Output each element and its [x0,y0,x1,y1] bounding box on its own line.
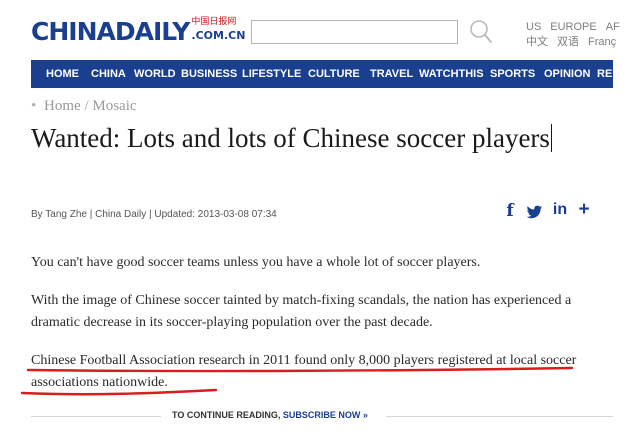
nav-item-world[interactable]: WORLD [134,60,176,88]
chinadaily-logo[interactable]: CHINADAILY 中国日报网 .COM.CN [31,17,245,49]
logo-chinese-text: 中国日报网 [191,17,237,27]
nav-item-regional[interactable]: RE [597,60,612,88]
article-paragraph-3: Chinese Football Association research in… [31,353,577,390]
logo-domain-text: .COM.CN [191,29,246,42]
edition-us[interactable]: US [526,21,541,33]
breadcrumb-section-link[interactable]: Mosaic [92,98,136,114]
twitter-icon[interactable] [526,205,543,220]
edition-row-1: US EUROPE AF [526,20,629,35]
plus-icon[interactable]: + [577,199,591,221]
nav-item-business[interactable]: BUSINESS [181,60,237,88]
continue-reading-text: TO CONTINUE READING, SUBSCRIBE NOW » [172,410,368,420]
nav-item-travel[interactable]: TRAVEL [370,60,413,88]
edition-chinese[interactable]: 中文 [526,36,548,48]
text-cursor [550,124,552,152]
breadcrumb: • Home / Mosaic [31,98,137,115]
edition-row-2: 中文 双语 Franç [526,35,629,50]
linkedin-icon[interactable]: in [551,201,569,223]
breadcrumb-separator: / [84,98,89,114]
logo-suffix: 中国日报网 .COM.CN [191,17,245,41]
divider-left [31,416,161,417]
nav-item-watchthis[interactable]: WATCHTHIS [419,60,484,88]
nav-item-culture[interactable]: CULTURE [308,60,360,88]
nav-item-china[interactable]: CHINA [91,60,126,88]
article-paragraph-2: With the image of Chinese soccer tainted… [31,293,572,330]
breadcrumb-home-link[interactable]: Home [44,98,81,114]
facebook-icon[interactable]: f [503,201,517,223]
logo-wordmark: CHINADAILY [31,17,190,46]
divider-right [386,416,613,417]
article-paragraph-1: You can't have good soccer teams unless … [31,255,481,270]
edition-africa[interactable]: AF [606,21,620,33]
main-nav: HOME CHINA WORLD BUSINESS LIFESTYLE CULT… [31,60,613,88]
edition-links: US EUROPE AF 中文 双语 Franç [526,20,629,50]
search-input[interactable] [251,20,458,44]
continue-reading-lead: TO CONTINUE READING, [172,410,281,420]
nav-item-sports[interactable]: SPORTS [490,60,535,88]
nav-item-lifestyle[interactable]: LIFESTYLE [242,60,301,88]
article-headline: Wanted: Lots and lots of Chinese soccer … [31,121,591,155]
nav-item-opinion[interactable]: OPINION [544,60,590,88]
breadcrumb-bullet: • [31,98,37,114]
search-icon[interactable] [469,18,493,46]
headline-text: Wanted: Lots and lots of Chinese soccer … [31,123,550,153]
subscribe-now-link[interactable]: SUBSCRIBE NOW » [283,410,368,420]
edition-europe[interactable]: EUROPE [550,21,596,33]
edition-french[interactable]: Franç [588,36,616,48]
nav-item-home[interactable]: HOME [46,60,79,88]
edition-bilingual[interactable]: 双语 [557,36,579,48]
article-byline: By Tang Zhe | China Daily | Updated: 201… [31,209,277,220]
